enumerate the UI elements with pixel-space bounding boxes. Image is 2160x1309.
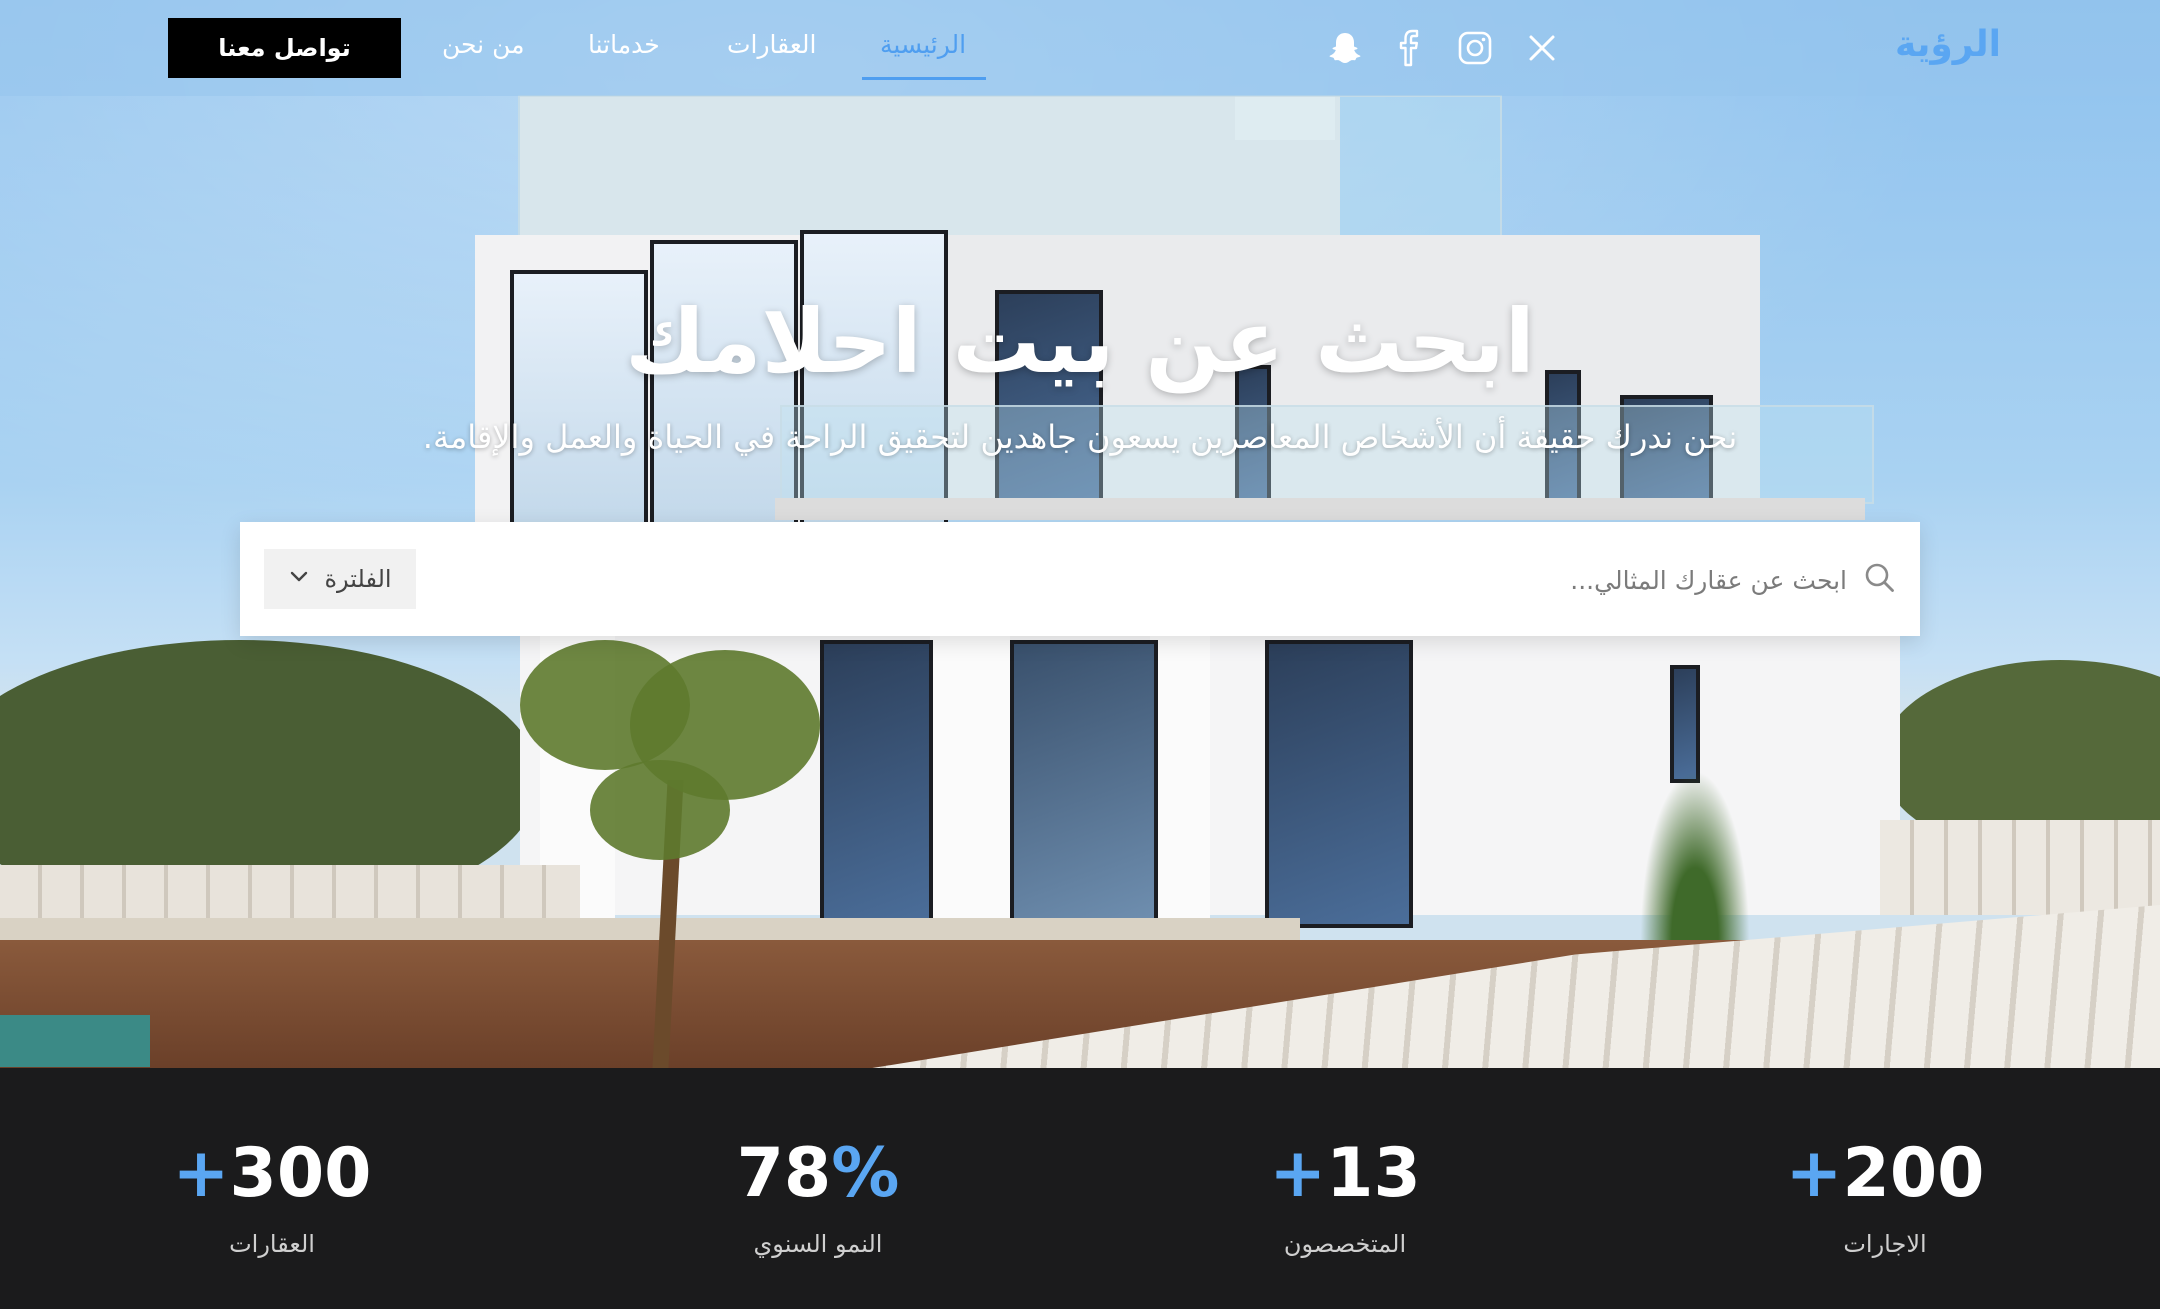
stat-label: المتخصصون — [1283, 1230, 1407, 1258]
nav-link-about[interactable]: من نحن — [442, 30, 525, 59]
door-side — [1670, 665, 1700, 783]
pool-cover — [0, 1015, 150, 1067]
stat-accent: + — [1269, 1134, 1327, 1213]
contact-us-button[interactable]: تواصل معنا — [168, 18, 401, 78]
stat-number: 78% — [618, 1140, 1018, 1208]
stat-properties: +300 العقارات — [72, 1140, 472, 1259]
hero-subtitle: نحن ندرك حقيقة أن الأشخاص المعاصرين يسعو… — [422, 418, 1738, 456]
filter-dropdown[interactable]: الفلترة — [264, 549, 416, 609]
stat-number: +300 — [72, 1140, 472, 1208]
stone-wall-far-right — [1880, 820, 2160, 915]
site-logo[interactable]: الرؤية — [1895, 24, 2001, 65]
stat-accent: + — [172, 1134, 230, 1213]
stat-specialists: +13 المتخصصون — [1145, 1140, 1545, 1259]
palm-plant — [1640, 770, 1750, 940]
stat-value: 300 — [229, 1134, 372, 1213]
stat-label: الاجارات — [1843, 1230, 1927, 1258]
hero-title: ابحث عن بيت احلامك — [625, 290, 1535, 393]
roof-railing — [518, 95, 1502, 239]
instagram-icon[interactable] — [1455, 28, 1495, 68]
active-nav-indicator — [862, 77, 986, 80]
filter-label: الفلترة — [324, 565, 392, 593]
pillar-3 — [1150, 635, 1210, 925]
tree-crown-3 — [590, 760, 730, 860]
stat-number: +200 — [1685, 1140, 2085, 1208]
glass-door-1 — [820, 640, 933, 928]
search-icon — [1862, 560, 1898, 596]
stat-label: النمو السنوي — [753, 1230, 883, 1258]
x-icon[interactable] — [1522, 28, 1562, 68]
nav-link-services[interactable]: خدماتنا — [588, 30, 660, 59]
facebook-icon[interactable] — [1390, 28, 1430, 68]
stat-number: +13 — [1145, 1140, 1545, 1208]
stats-section: +300 العقارات 78% النمو السنوي +13 المتخ… — [0, 1068, 2160, 1309]
stat-growth: 78% النمو السنوي — [618, 1140, 1018, 1259]
nav-link-home[interactable]: الرئيسية — [880, 30, 966, 59]
stat-rentals: +200 الاجارات — [1685, 1140, 2085, 1259]
pillar-2 — [930, 635, 1010, 925]
nav-link-properties[interactable]: العقارات — [727, 30, 816, 59]
search-bar: الفلترة — [240, 522, 1920, 636]
chevron-down-icon — [288, 565, 310, 593]
stat-value: 200 — [1842, 1134, 1985, 1213]
glass-door-3 — [1265, 640, 1413, 928]
navbar: تواصل معنا من نحن خدماتنا العقارات الرئي… — [0, 0, 2160, 96]
search-input[interactable] — [670, 552, 1849, 608]
stat-value: 78 — [736, 1134, 832, 1213]
stat-label: العقارات — [229, 1230, 315, 1258]
stat-value: 13 — [1326, 1134, 1421, 1213]
balcony-slab — [775, 498, 1865, 520]
snapchat-icon[interactable] — [1325, 28, 1365, 68]
stat-accent: + — [1785, 1134, 1843, 1213]
stat-accent: % — [831, 1134, 900, 1213]
glass-door-2 — [1010, 640, 1158, 928]
